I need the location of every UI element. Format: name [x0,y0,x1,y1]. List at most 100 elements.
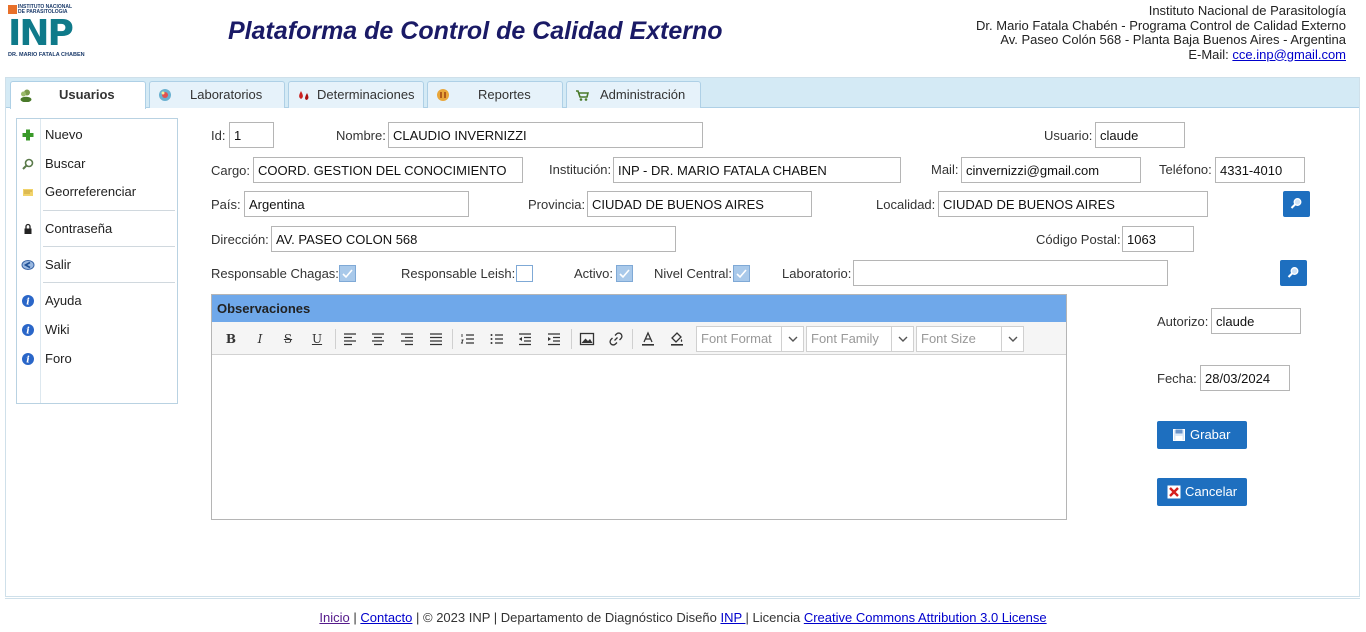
cancelar-button[interactable]: Cancelar [1157,478,1247,506]
cargo-input[interactable] [253,157,523,183]
provincia-input[interactable] [587,191,812,217]
text-color-icon[interactable] [638,329,658,349]
laboratorio-label: Laboratorio: [782,266,852,281]
align-left-icon[interactable] [340,329,360,349]
align-center-icon[interactable] [368,329,388,349]
telefono-input[interactable] [1215,157,1305,183]
menu-item-contrasena[interactable]: Contraseña [17,218,177,240]
institucion-input[interactable] [613,157,901,183]
exit-icon [21,260,35,270]
svg-text:i: i [26,356,30,366]
menu-item-ayuda[interactable]: i Ayuda [17,290,177,312]
menu-item-salir[interactable]: Salir [17,254,177,276]
bold-icon[interactable]: B [221,329,241,349]
email-link[interactable]: cce.inp@gmail.com [1232,47,1346,62]
menu-item-nuevo[interactable]: Nuevo [17,124,177,146]
align-justify-icon[interactable] [426,329,446,349]
tab-label: Laboratorios [190,87,263,102]
direccion-input[interactable] [271,226,676,252]
toolbar-separator [571,329,572,349]
info-line-1: Instituto Nacional de Parasitología [1148,3,1346,18]
tab-label: Administración [600,87,686,102]
codigo-postal-input[interactable] [1122,226,1194,252]
tab-administracion[interactable]: Administración [566,81,701,108]
footer-link-license[interactable]: Creative Commons Attribution 3.0 License [804,610,1047,625]
resp-leish-checkbox[interactable] [516,265,533,282]
laboratorio-search-button[interactable] [1280,260,1307,286]
italic-icon[interactable]: I [250,329,270,349]
cargo-label: Cargo: [211,163,251,178]
activo-checkbox[interactable] [616,265,633,282]
observaciones-textarea[interactable] [212,356,1066,519]
strikethrough-icon[interactable]: S [278,329,298,349]
nivel-central-checkbox[interactable] [733,265,750,282]
nivel-central-label: Nivel Central: [654,266,733,281]
menu-item-buscar[interactable]: Buscar [17,153,177,175]
save-icon [1173,429,1185,441]
tab-determinaciones[interactable]: Determinaciones [288,81,424,108]
autorizo-input[interactable] [1211,308,1301,334]
footer-licencia: | Licencia [745,610,804,625]
font-size-value: Font Size [921,331,976,346]
tab-laboratorios[interactable]: Laboratorios [149,81,285,108]
tab-reportes[interactable]: Reportes [427,81,563,108]
check-icon [342,269,353,279]
menu-item-georreferenciar[interactable]: Georreferenciar [17,181,177,203]
pais-input[interactable] [244,191,469,217]
menu-item-foro[interactable]: i Foro [17,348,177,370]
activo-label: Activo: [574,266,614,281]
localidad-label: Localidad: [876,197,936,212]
provincia-label: Provincia: [528,197,586,212]
svg-text:i: i [26,298,30,308]
logo-text-bottom: DR. MARIO FATALA CHABEN [8,52,85,58]
resp-leish-label: Responsable Leish: [401,266,516,281]
tab-usuarios[interactable]: Usuarios [10,81,146,109]
localidad-search-button[interactable] [1283,191,1310,217]
fecha-label: Fecha: [1157,371,1197,386]
localidad-input[interactable] [938,191,1208,217]
chevron-down-icon [1001,327,1023,351]
fecha-input[interactable] [1200,365,1290,391]
tab-bar: Usuarios Laboratorios Determinaciones Re… [6,78,1359,109]
font-format-select[interactable]: Font Format [696,326,804,352]
resp-chagas-checkbox[interactable] [339,265,356,282]
nombre-label: Nombre: [336,128,386,143]
footer-link-contacto[interactable]: Contacto [360,610,412,625]
grabar-button[interactable]: Grabar [1157,421,1247,449]
menu-label: Georreferenciar [45,184,137,199]
plus-icon [22,129,34,141]
underline-icon[interactable]: U [307,329,327,349]
grabar-label: Grabar [1190,427,1231,442]
outdent-icon[interactable] [515,329,535,349]
ordered-list-icon[interactable] [458,329,478,349]
indent-icon[interactable] [544,329,564,349]
magnifier-icon [1287,267,1299,278]
id-input[interactable] [229,122,274,148]
footer-link-inicio[interactable]: Inicio [319,610,349,625]
footer-link-inp[interactable]: INP [720,610,745,625]
menu-item-wiki[interactable]: i Wiki [17,319,177,341]
pais-label: País: [211,197,241,212]
mail-input[interactable] [961,157,1141,183]
menu-label: Buscar [45,156,86,171]
font-family-select[interactable]: Font Family [806,326,914,352]
laboratorio-input[interactable] [853,260,1168,286]
font-size-select[interactable]: Font Size [916,326,1024,352]
main-frame: Usuarios Laboratorios Determinaciones Re… [5,77,1360,597]
observaciones-editor: Observaciones B I S U Font Format Font F… [211,294,1067,520]
bullet-list-icon[interactable] [487,329,507,349]
align-right-icon[interactable] [397,329,417,349]
nombre-input[interactable] [388,122,703,148]
link-icon[interactable] [606,329,626,349]
image-icon[interactable] [577,329,597,349]
reports-icon [437,89,449,101]
usuario-label: Usuario: [1044,128,1093,143]
tab-label: Determinaciones [317,87,415,102]
usuario-input[interactable] [1095,122,1185,148]
background-color-icon[interactable] [667,329,687,349]
institution-info: Instituto Nacional de Parasitología Dr. … [976,3,1346,62]
chevron-down-icon [891,327,913,351]
footer-text: | © 2023 INP | Departamento de Diagnósti… [412,610,721,625]
info-icon: i [22,353,34,366]
editor-toolbar: B I S U Font Format Font Family Font Siz… [212,322,1066,355]
